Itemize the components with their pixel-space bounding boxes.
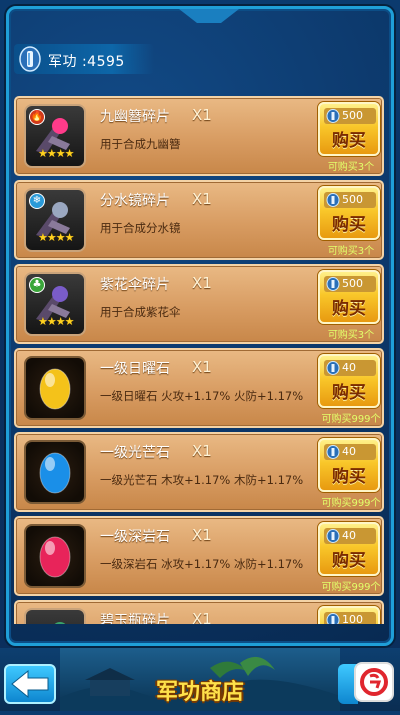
shop-item[interactable]: 一级深岩石 X1 一级深岩石 冰攻+1.17% 冰防+1.17% 40 购买可购买999… bbox=[14, 516, 384, 596]
item-description: 一级深岩石 冰攻+1.17% 冰防+1.17% bbox=[100, 557, 304, 571]
buy-label: 购买 bbox=[332, 467, 366, 487]
item-quantity: X1 bbox=[192, 610, 212, 624]
price-tag: 100 bbox=[324, 612, 376, 624]
buy-label: 购买 bbox=[332, 383, 366, 403]
buy-label: 购买 bbox=[332, 299, 366, 319]
item-description: 一级光芒石 木攻+1.17% 木防+1.17% bbox=[100, 473, 304, 487]
item-description: 用于合成分水镜 bbox=[100, 221, 181, 235]
rarity-stars: ★★★★ bbox=[38, 231, 74, 244]
item-name: 一级日曜石 bbox=[100, 361, 170, 377]
item-name: 九幽簪碎片 bbox=[100, 109, 170, 125]
merit-balance: 军功 :4595 bbox=[48, 54, 125, 70]
merit-coin-icon bbox=[326, 445, 340, 459]
price-tag: 500 bbox=[324, 108, 376, 124]
gem-icon bbox=[24, 440, 86, 504]
item-name: 一级光芒石 bbox=[100, 445, 170, 461]
item-price: 500 bbox=[342, 109, 363, 122]
buy-button[interactable]: 40 购买 bbox=[318, 354, 380, 408]
buy-label: 购买 bbox=[332, 131, 366, 151]
item-price: 40 bbox=[342, 529, 356, 542]
shop-item[interactable]: 一级光芒石 X1 一级光芒石 木攻+1.17% 木防+1.17% 40 购买可购买999… bbox=[14, 432, 384, 512]
buy-label: 购买 bbox=[332, 215, 366, 235]
wood-element-icon: ♣ bbox=[29, 277, 45, 293]
item-price: 500 bbox=[342, 193, 363, 206]
item-name: 分水镜碎片 bbox=[100, 193, 170, 209]
item-quantity: X1 bbox=[192, 190, 212, 208]
rarity-stars: ★★★★ bbox=[38, 315, 74, 328]
item-name: 碧玉瓶碎片 bbox=[100, 613, 170, 624]
fragment-icon bbox=[24, 608, 86, 624]
item-price: 100 bbox=[342, 613, 363, 624]
price-tag: 40 bbox=[324, 528, 376, 544]
merit-coin-icon bbox=[19, 46, 41, 72]
price-tag: 500 bbox=[324, 192, 376, 208]
app-logo-icon[interactable] bbox=[354, 662, 394, 702]
fragment-icon: 🔥 ★★★★ bbox=[24, 104, 86, 168]
merit-coin-icon bbox=[326, 277, 340, 291]
item-price: 40 bbox=[342, 445, 356, 458]
shop-item[interactable]: 一级日曜石 X1 一级日曜石 火攻+1.17% 火防+1.17% 40 购买可购买999… bbox=[14, 348, 384, 428]
item-quantity: X1 bbox=[192, 526, 212, 544]
item-quantity: X1 bbox=[192, 274, 212, 292]
fire-element-icon: 🔥 bbox=[29, 109, 45, 125]
price-tag: 500 bbox=[324, 276, 376, 292]
item-quantity: X1 bbox=[192, 358, 212, 376]
shop-item[interactable]: 碧玉瓶碎片 X1 100购买 bbox=[14, 600, 384, 624]
shop-item[interactable]: 🔥 ★★★★ 九幽簪碎片 X1 用于合成九幽簪 500 购买可购买3个 bbox=[14, 96, 384, 176]
merit-coin-icon bbox=[326, 613, 340, 624]
frame-notch bbox=[179, 9, 239, 23]
price-tag: 40 bbox=[324, 360, 376, 376]
merit-coin-icon bbox=[326, 529, 340, 543]
item-description: 用于合成紫花伞 bbox=[100, 305, 181, 319]
buy-button[interactable]: 500 购买 bbox=[318, 186, 380, 240]
buy-button[interactable]: 500 购买 bbox=[318, 102, 380, 156]
purchase-limit: 可购买999个 bbox=[321, 582, 381, 593]
purchase-limit: 可购买3个 bbox=[327, 246, 375, 257]
item-description: 一级日曜石 火攻+1.17% 火防+1.17% bbox=[100, 389, 304, 403]
buy-button[interactable]: 40 购买 bbox=[318, 438, 380, 492]
item-price: 40 bbox=[342, 361, 356, 374]
item-quantity: X1 bbox=[192, 442, 212, 460]
purchase-limit: 可购买3个 bbox=[327, 330, 375, 341]
buy-label: 购买 bbox=[332, 551, 366, 571]
shop-item-list[interactable]: 🔥 ★★★★ 九幽簪碎片 X1 用于合成九幽簪 500 购买 可购买3个 ❄ ★★★★ 分水镜碎片 X… bbox=[14, 96, 384, 624]
item-price: 500 bbox=[342, 277, 363, 290]
price-tag: 40 bbox=[324, 444, 376, 460]
buy-button[interactable]: 100购买 bbox=[318, 606, 380, 624]
fragment-icon: ♣ ★★★★ bbox=[24, 272, 86, 336]
purchase-limit: 可购买999个 bbox=[321, 414, 381, 425]
merit-coin-icon bbox=[326, 109, 340, 123]
item-description: 用于合成九幽簪 bbox=[100, 137, 181, 151]
rarity-stars: ★★★★ bbox=[38, 147, 74, 160]
buy-button[interactable]: 500 购买 bbox=[318, 270, 380, 324]
item-name: 一级深岩石 bbox=[100, 529, 170, 545]
item-name: 紫花伞碎片 bbox=[100, 277, 170, 293]
item-quantity: X1 bbox=[192, 106, 212, 124]
shop-item[interactable]: ❄ ★★★★ 分水镜碎片 X1 用于合成分水镜 500 购买可购买3个 bbox=[14, 180, 384, 260]
shop-item[interactable]: ♣ ★★★★ 紫花伞碎片 X1 用于合成紫花伞 500 购买可购买3个 bbox=[14, 264, 384, 344]
logo-mark bbox=[360, 668, 388, 696]
purchase-limit: 可购买3个 bbox=[327, 162, 375, 173]
merit-coin-icon bbox=[326, 361, 340, 375]
merit-coin-icon bbox=[326, 193, 340, 207]
water-element-icon: ❄ bbox=[29, 193, 45, 209]
fragment-icon: ❄ ★★★★ bbox=[24, 188, 86, 252]
gem-icon bbox=[24, 356, 86, 420]
buy-button[interactable]: 40 购买 bbox=[318, 522, 380, 576]
gem-icon bbox=[24, 524, 86, 588]
purchase-limit: 可购买999个 bbox=[321, 498, 381, 509]
